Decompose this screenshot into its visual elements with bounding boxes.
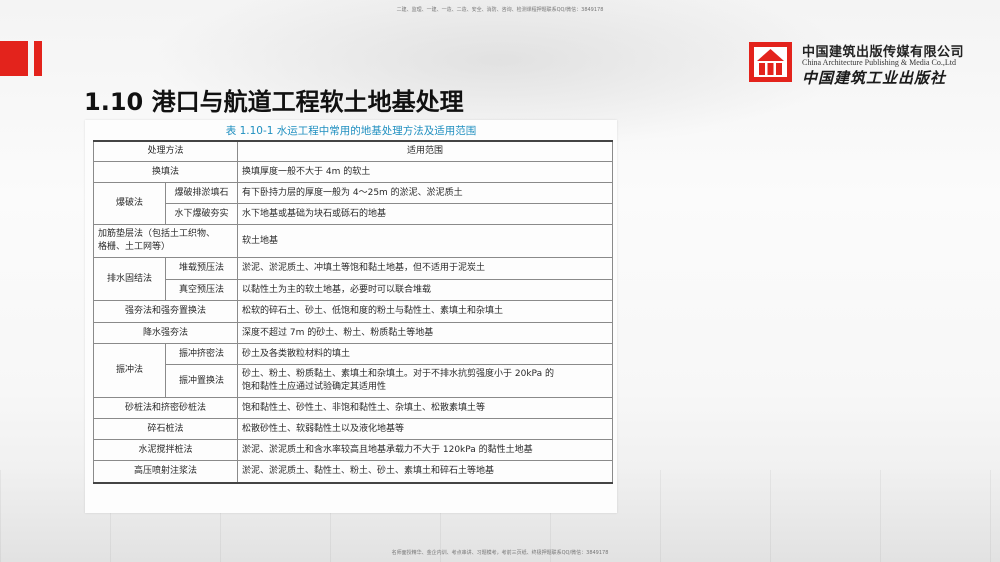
publisher-name-calligraphy: 中国建筑工业出版社: [802, 69, 947, 87]
method-cell: 换填法: [92, 161, 239, 183]
column-header: 处理方法: [92, 140, 239, 162]
table-row: 降水强夯法 深度不超过 7m 的砂土、粉土、粉质黏土等地基: [92, 322, 613, 344]
method-cell: 碎石桩法: [92, 418, 239, 440]
accent-bar-thin: [34, 41, 42, 76]
method-cell: 高压喷射注浆法: [92, 460, 239, 484]
table-row: 砂桩法和挤密砂桩法 饱和黏性土、砂性土、非饱和黏性土、杂填土、松散素填土等: [92, 397, 613, 419]
method-cell: 振冲挤密法: [164, 343, 239, 365]
accent-bar: [0, 41, 28, 76]
method-line: 加筋垫层法（包括土工织物、: [98, 229, 216, 239]
scope-cell: 松软的碎石土、砂土、低饱和度的粉土与黏性土、素填土和杂填土: [237, 300, 613, 323]
method-cell: 振冲置换法: [164, 364, 239, 398]
method-cell: 水下爆破夯实: [164, 203, 239, 225]
method-cell: 真空预压法: [164, 279, 239, 301]
table-row: 振冲法 振冲挤密法 砂土及各类散粒材料的填土: [93, 343, 613, 398]
scope-cell: 深度不超过 7m 的砂土、粉土、粉质黏土等地基: [237, 322, 613, 344]
table-row: 强夯法和强夯置换法 松软的碎石土、砂土、低饱和度的粉土与黏性土、素填土和杂填土: [92, 300, 613, 323]
scope-cell: 淤泥、淤泥质土、冲填土等饱和黏土地基，但不适用于泥炭土: [237, 257, 613, 280]
table-row: 振冲置换法 砂土、粉土、粉质黏土、素填土和杂填土。对于不排水抗剪强度小于 20k…: [94, 364, 613, 398]
group-cell: 爆破法: [93, 182, 166, 225]
top-contact-note: 二建、监理、一建、一造、二造、安全、消防、咨询、检测课程押题联系QQ/微信：38…: [396, 7, 604, 13]
method-cell: 爆破排淤填石: [164, 182, 239, 204]
table-row: 水泥搅拌桩法 淤泥、淤泥质土和含水率较高且地基承载力不大于 120kPa 的黏性…: [92, 439, 613, 461]
method-cell: 水泥搅拌桩法: [92, 439, 239, 461]
table-row: 加筋垫层法（包括土工织物、 格栅、土工网等） 软土地基: [92, 224, 613, 258]
table-caption: 表 1.10-1 水运工程中常用的地基处理方法及适用范围: [225, 125, 477, 137]
table-row: 碎石桩法 松散砂性土、软弱黏性土以及液化地基等: [92, 418, 613, 440]
bottom-contact-note: 名师面授精华、金企内训、考点串讲、习题模考，考前三页纸、终极押题联系QQ/微信：…: [391, 550, 609, 556]
scope-cell: 松散砂性土、软弱黏性土以及液化地基等: [237, 418, 613, 440]
table-row: 换填法 换填厚度一般不大于 4m 的软土: [92, 161, 613, 183]
group-cell: 排水固结法: [93, 257, 166, 301]
method-cell: 堆载预压法: [164, 257, 239, 280]
method-cell: 加筋垫层法（包括土工织物、 格栅、土工网等）: [92, 224, 239, 258]
scope-cell: 软土地基: [237, 224, 613, 258]
publisher-logo-icon: [749, 42, 792, 82]
scope-cell: 以黏性土为主的软土地基，必要时可以联合堆载: [237, 279, 613, 301]
scope-cell: 有下卧持力层的厚度一般为 4～25m 的淤泥、淤泥质土: [237, 182, 613, 204]
soil-treatment-table: 处理方法 适用范围 换填法 换填厚度一般不大于 4m 的软土 爆破法 爆破排淤填…: [92, 140, 613, 484]
scope-line: 饱和黏性土应通过试验确定其适用性: [242, 382, 387, 392]
method-cell: 强夯法和强夯置换法: [92, 300, 239, 323]
document-scan: 表 1.10-1 水运工程中常用的地基处理方法及适用范围 处理方法 适用范围 换…: [85, 120, 617, 513]
table-header-row: 处理方法 适用范围: [92, 140, 613, 162]
scope-cell: 砂土、粉土、粉质黏土、素填土和杂填土。对于不排水抗剪强度小于 20kPa 的 饱…: [237, 364, 613, 398]
table-row: 高压喷射注浆法 淤泥、淤泥质土、黏性土、粉土、砂土、素填土和碎石土等地基: [92, 460, 613, 484]
scope-cell: 换填厚度一般不大于 4m 的软土: [237, 161, 613, 183]
group-cell: 振冲法: [93, 343, 166, 398]
column-header: 适用范围: [237, 140, 613, 162]
table-row: 真空预压法 以黏性土为主的软土地基，必要时可以联合堆载: [94, 279, 613, 301]
table-row: 爆破法 爆破排淤填石 有下卧持力层的厚度一般为 4～25m 的淤泥、淤泥质土: [93, 182, 613, 225]
method-cell: 砂桩法和挤密砂桩法: [92, 397, 239, 419]
scope-cell: 水下地基或基础为块石或砾石的地基: [237, 203, 613, 225]
scope-cell: 淤泥、淤泥质土、黏性土、粉土、砂土、素填土和碎石土等地基: [237, 460, 613, 484]
publisher-name-en: China Architecture Publishing & Media Co…: [802, 58, 956, 67]
table-row: 排水固结法 堆载预压法 淤泥、淤泥质土、冲填土等饱和黏土地基，但不适用于泥炭土: [93, 257, 613, 301]
scope-line: 砂土、粉土、粉质黏土、素填土和杂填土。对于不排水抗剪强度小于 20kPa 的: [242, 369, 554, 379]
table-row: 水下爆破夯实 水下地基或基础为块石或砾石的地基: [94, 203, 613, 225]
method-line: 格栅、土工网等）: [98, 242, 171, 252]
scope-cell: 砂土及各类散粒材料的填土: [237, 343, 613, 365]
method-cell: 降水强夯法: [92, 322, 239, 344]
scope-cell: 饱和黏性土、砂性土、非饱和黏性土、杂填土、松散素填土等: [237, 397, 613, 419]
slide-title: 1.10 港口与航道工程软土地基处理: [84, 88, 464, 116]
scope-cell: 淤泥、淤泥质土和含水率较高且地基承载力不大于 120kPa 的黏性土地基: [237, 439, 613, 461]
